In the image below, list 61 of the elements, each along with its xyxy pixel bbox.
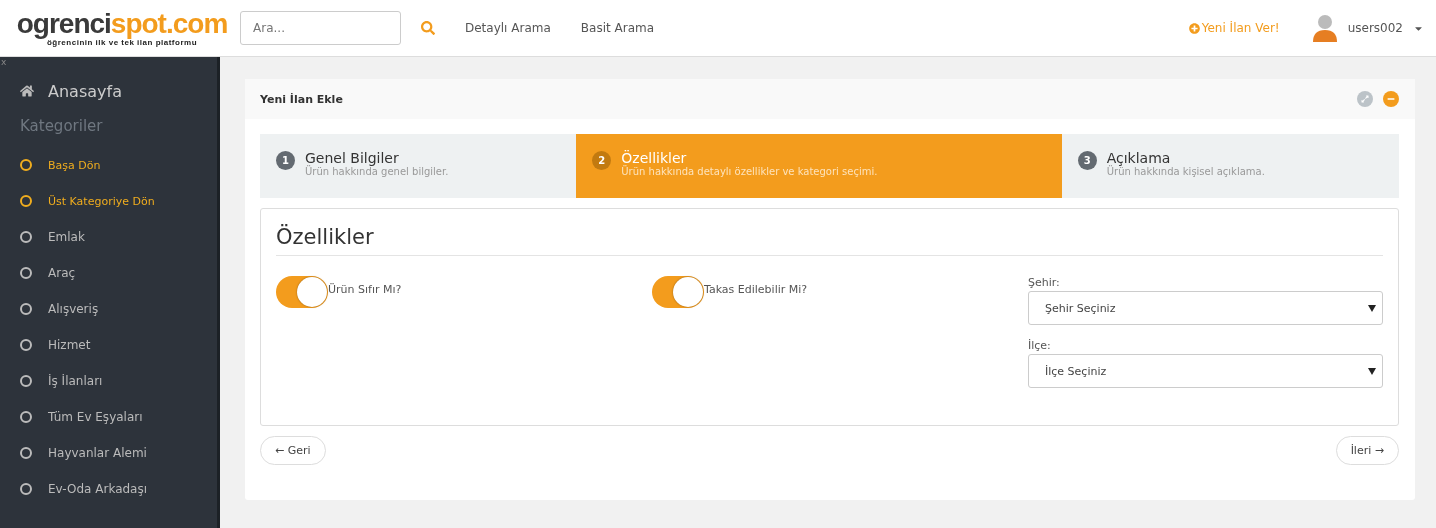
circle-icon [20, 267, 32, 279]
plus-icon [1188, 22, 1200, 34]
sidebar-item[interactable]: Hizmet [20, 327, 217, 363]
section-title: Kategoriler [20, 117, 104, 135]
circle-icon [20, 411, 32, 423]
panel-title: Yeni İlan Ekle [260, 92, 344, 106]
circle-icon [20, 375, 32, 387]
home-link[interactable]: Anasayfa [20, 77, 217, 105]
expand-icon [1361, 95, 1369, 103]
circle-icon [20, 339, 32, 351]
sidebar-item[interactable]: Emlak [20, 219, 217, 255]
sidebar-item[interactable]: Araç [20, 255, 217, 291]
sidebar-item[interactable]: Hayvanlar Alemi [20, 435, 217, 471]
step-title: Genel Bilgiler [305, 150, 400, 166]
toggle-label: Ürün Sıfır Mı? [328, 283, 402, 296]
wizard-step[interactable]: 1 Genel Bilgiler Ürün hakkında genel bilgiler. [260, 134, 577, 198]
collapse-button[interactable] [1383, 91, 1399, 107]
toggle-label: Takas Edilebilir Mi? [704, 283, 808, 296]
next-button[interactable]: İleri → [1335, 436, 1399, 465]
step-number: 1 [276, 151, 295, 170]
expand-button[interactable] [1357, 91, 1373, 107]
field-label: İlçe: [1028, 339, 1052, 352]
step-number: 3 [1077, 151, 1097, 170]
user-menu[interactable]: users002 [1311, 14, 1424, 42]
select-field[interactable]: İlçe Seçiniz [1028, 354, 1383, 388]
sidebar-item[interactable]: Üst Kategoriye Dön [20, 183, 217, 219]
search-field[interactable]: Ara... [240, 11, 401, 45]
caret-icon [1368, 304, 1376, 312]
nav-link[interactable]: Detaylı Arama [465, 21, 551, 35]
step-title: Özellikler [621, 150, 688, 166]
close-icon[interactable]: x [1, 57, 7, 67]
step-title: Açıklama [1106, 150, 1172, 166]
step-number: 2 [592, 151, 612, 170]
sidebar-item[interactable]: Tüm Ev Eşyaları [20, 399, 217, 435]
logo: ogrencispot.com [16, 9, 228, 38]
back-button[interactable]: ← Geri [260, 436, 326, 465]
minus-icon [1387, 95, 1395, 103]
circle-icon [20, 159, 32, 171]
search-icon[interactable] [421, 21, 435, 35]
sidebar-item[interactable]: Başa Dön [20, 147, 217, 183]
sidebar-item[interactable]: Ev-Oda Arkadaşı [20, 471, 217, 507]
toggle-switch[interactable] [652, 276, 704, 308]
home-icon [20, 84, 34, 98]
step-subtitle: Ürün hakkında kişisel açıklama. [1106, 166, 1265, 177]
nav-link[interactable]: Basit Arama [580, 21, 655, 35]
select-field[interactable]: Şehir Seçiniz [1028, 291, 1383, 325]
circle-icon [20, 303, 32, 315]
avatar-icon [1311, 14, 1338, 42]
field-label: Şehir: [1028, 276, 1061, 289]
section-heading: Özellikler [276, 225, 1383, 256]
step-subtitle: Ürün hakkında detaylı özellikler ve kategori seçimi. [621, 166, 878, 177]
circle-icon [20, 231, 32, 243]
wizard-step[interactable]: 3 Açıklama Ürün hakkında kişisel açıklama. [1061, 134, 1399, 198]
toggle-switch[interactable] [276, 276, 328, 308]
circle-icon [20, 447, 32, 459]
sidebar-item[interactable]: İş İlanları [20, 363, 217, 399]
circle-icon [20, 483, 32, 495]
circle-icon [20, 195, 32, 207]
caret-icon [1368, 367, 1376, 375]
step-subtitle: Ürün hakkında genel bilgiler. [305, 166, 449, 177]
sidebar-item[interactable]: Alışveriş [20, 291, 217, 327]
